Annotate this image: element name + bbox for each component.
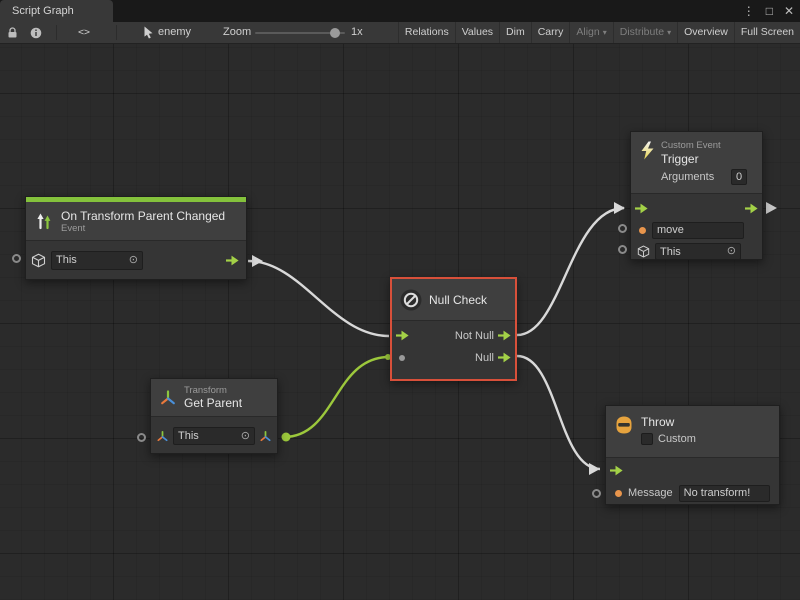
control-output-port-icon[interactable] bbox=[498, 330, 511, 341]
graph-pointer-icon bbox=[143, 22, 154, 43]
port-label-null: Null bbox=[475, 352, 494, 364]
node-header: Null Check bbox=[392, 279, 515, 321]
transform-input-port-icon[interactable] bbox=[156, 430, 169, 443]
node-get-parent[interactable]: Transform Get Parent This ⊙ bbox=[150, 378, 278, 454]
distribute-button[interactable]: Distribute▾ bbox=[613, 22, 677, 43]
object-picker-icon[interactable]: ⊙ bbox=[237, 431, 250, 442]
transform-output-port-icon[interactable] bbox=[259, 430, 272, 443]
toolbar-separator bbox=[56, 25, 57, 40]
chevron-down-icon: ▾ bbox=[667, 28, 671, 37]
arguments-label: Arguments bbox=[661, 171, 714, 183]
node-throw[interactable]: Throw Custom Message No transform! bbox=[605, 405, 780, 505]
value-input-ring[interactable] bbox=[618, 245, 627, 254]
lock-icon[interactable] bbox=[7, 22, 18, 43]
dim-button[interactable]: Dim bbox=[499, 22, 531, 43]
node-category: Custom Event bbox=[661, 140, 721, 151]
tab-script-graph[interactable]: Script Graph bbox=[0, 0, 113, 22]
control-output-port-icon[interactable] bbox=[745, 203, 758, 214]
fullscreen-button[interactable]: Full Screen bbox=[734, 22, 800, 43]
value-input-port-icon[interactable] bbox=[399, 355, 405, 361]
transform-parent-changed-icon bbox=[34, 211, 54, 231]
info-icon[interactable] bbox=[30, 22, 42, 43]
port-label-not-null: Not Null bbox=[455, 330, 494, 342]
values-button[interactable]: Values bbox=[455, 22, 499, 43]
edit-script-icon[interactable]: <> bbox=[78, 22, 90, 43]
tab-bar: Script Graph ⋮ □ ✕ bbox=[0, 0, 800, 22]
target-dropdown[interactable]: This ⊙ bbox=[51, 251, 143, 270]
node-category: Transform bbox=[184, 385, 242, 396]
menu-icon[interactable]: ⋮ bbox=[743, 4, 755, 18]
node-title: On Transform Parent Changed bbox=[61, 209, 225, 223]
chevron-down-icon: ▾ bbox=[603, 28, 607, 37]
node-header: Throw Custom bbox=[606, 406, 779, 458]
relations-button[interactable]: Relations bbox=[398, 22, 455, 43]
custom-checkbox[interactable] bbox=[641, 433, 653, 445]
string-input-port-icon[interactable] bbox=[615, 490, 622, 497]
arguments-field[interactable]: 0 bbox=[731, 169, 747, 185]
value-input-ring[interactable] bbox=[137, 433, 146, 442]
node-trigger-custom-event[interactable]: Custom Event Trigger Arguments 0 move Th… bbox=[630, 131, 763, 260]
toolbar-buttons: Relations Values Dim Carry Align▾ Distri… bbox=[398, 22, 800, 43]
event-name-field[interactable]: move bbox=[652, 222, 744, 239]
graph-name[interactable]: enemy bbox=[158, 22, 191, 43]
node-subtitle: Event bbox=[61, 223, 225, 234]
node-title: Get Parent bbox=[184, 396, 242, 410]
node-title: Trigger bbox=[661, 152, 699, 166]
gameobject-cube-icon bbox=[637, 245, 650, 258]
node-null-check[interactable]: Null Check Not Null Null bbox=[390, 277, 517, 381]
null-icon bbox=[400, 289, 422, 311]
message-label: Message bbox=[628, 487, 673, 499]
control-input-port-icon[interactable] bbox=[635, 203, 648, 214]
overview-button[interactable]: Overview bbox=[677, 22, 734, 43]
message-field[interactable]: No transform! bbox=[679, 485, 770, 502]
throw-icon bbox=[614, 415, 634, 435]
value-input-ring[interactable] bbox=[618, 224, 627, 233]
toolbar-separator bbox=[116, 25, 117, 40]
node-header: Custom Event Trigger Arguments 0 bbox=[631, 132, 762, 194]
value-input-ring[interactable] bbox=[12, 254, 21, 263]
gameobject-cube-icon bbox=[31, 253, 46, 268]
node-title: Throw bbox=[641, 415, 696, 429]
node-title: Null Check bbox=[429, 293, 487, 307]
control-output-port-icon[interactable] bbox=[498, 352, 511, 363]
window-buttons: ⋮ □ ✕ bbox=[743, 0, 794, 22]
string-input-port-icon[interactable] bbox=[639, 227, 646, 234]
graph-toolbar: <> enemy Zoom 1x Relations Values Dim Ca… bbox=[0, 22, 800, 44]
close-icon[interactable]: ✕ bbox=[784, 4, 794, 18]
zoom-slider-handle[interactable] bbox=[330, 28, 340, 38]
maximize-icon[interactable]: □ bbox=[766, 4, 773, 18]
node-on-transform-parent-changed[interactable]: On Transform Parent Changed Event This ⊙ bbox=[25, 196, 247, 280]
object-picker-icon[interactable]: ⊙ bbox=[723, 246, 736, 257]
node-header: Transform Get Parent bbox=[151, 379, 277, 417]
node-header: On Transform Parent Changed Event bbox=[26, 202, 246, 241]
object-picker-icon[interactable]: ⊙ bbox=[125, 255, 138, 266]
align-button[interactable]: Align▾ bbox=[569, 22, 612, 43]
custom-event-bolt-icon bbox=[640, 141, 655, 160]
zoom-value: 1x bbox=[351, 22, 363, 43]
value-input-ring[interactable] bbox=[592, 489, 601, 498]
control-output-port-icon[interactable] bbox=[226, 255, 239, 266]
custom-label: Custom bbox=[658, 433, 696, 445]
target-dropdown[interactable]: This ⊙ bbox=[173, 427, 255, 445]
control-input-port-icon[interactable] bbox=[610, 465, 623, 476]
zoom-label: Zoom bbox=[223, 22, 251, 43]
transform-icon bbox=[159, 389, 177, 407]
carry-button[interactable]: Carry bbox=[531, 22, 570, 43]
target-dropdown[interactable]: This ⊙ bbox=[655, 243, 741, 260]
control-input-port-icon[interactable] bbox=[396, 330, 409, 341]
